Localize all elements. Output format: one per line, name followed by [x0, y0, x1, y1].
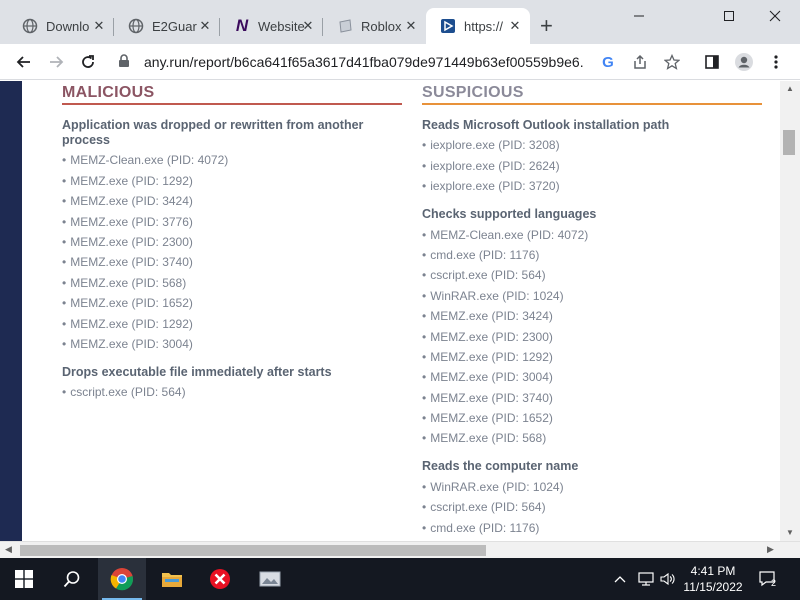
lock-icon[interactable]	[118, 54, 130, 73]
notification-count: 2	[771, 578, 777, 588]
n-logo-icon: N	[235, 16, 249, 35]
browser-toolbar: any.run/report/b6ca641f65a3617d41fba079d…	[0, 44, 800, 80]
tab-roblox[interactable]: Roblox ✕	[323, 8, 426, 44]
tab-title: https://	[464, 18, 504, 34]
tab-title: Downlo	[46, 18, 90, 34]
profile-avatar-icon[interactable]	[732, 50, 756, 74]
minimize-icon[interactable]	[616, 0, 662, 32]
process-item[interactable]: • MEMZ.exe (PID: 1292)	[62, 174, 402, 189]
process-item[interactable]: • MEMZ.exe (PID: 3740)	[62, 255, 402, 270]
tab-strip: Downlo ✕ E2Guar ✕ N Website ✕ Roblox ✕ h…	[0, 0, 800, 44]
process-item[interactable]: • cmd.exe (PID: 1176)	[422, 248, 762, 263]
horizontal-scroll-thumb[interactable]	[20, 545, 486, 556]
notification-center-icon[interactable]: 2	[758, 558, 778, 600]
volume-icon[interactable]	[660, 558, 676, 600]
anyrun-logo-icon	[440, 18, 456, 34]
process-item[interactable]: • cscript.exe (PID: 564)	[422, 268, 762, 283]
globe-icon	[128, 18, 144, 34]
suspicious-heading: SUSPICIOUS	[422, 81, 762, 105]
process-item[interactable]: • MEMZ.exe (PID: 1652)	[62, 296, 402, 311]
close-tab-icon[interactable]: ✕	[301, 19, 315, 33]
process-item[interactable]: • iexplore.exe (PID: 3208)	[422, 138, 762, 153]
group-title: Reads Microsoft Outlook installation pat…	[422, 118, 670, 132]
close-tab-icon[interactable]: ✕	[92, 19, 106, 33]
process-item[interactable]: • cmd.exe (PID: 1176)	[422, 521, 762, 536]
windows-start-icon[interactable]	[0, 558, 48, 600]
windows-taskbar: 4:41 PM 11/15/2022 2	[0, 558, 800, 600]
scroll-down-icon[interactable]: ▼	[786, 528, 794, 537]
process-item[interactable]: • MEMZ.exe (PID: 3740)	[422, 391, 762, 406]
process-item[interactable]: • WinRAR.exe (PID: 1024)	[422, 289, 762, 304]
clock-date: 11/15/2022	[683, 580, 743, 594]
page-viewport: MALICIOUS Application was dropped or rew…	[0, 81, 800, 541]
tab-website[interactable]: N Website ✕	[220, 8, 323, 44]
chrome-icon[interactable]	[98, 558, 146, 600]
process-item[interactable]: • MEMZ-Clean.exe (PID: 4072)	[422, 228, 762, 243]
file-explorer-icon[interactable]	[148, 558, 196, 600]
network-icon[interactable]	[638, 558, 654, 600]
tab-e2guardian[interactable]: E2Guar ✕	[114, 8, 220, 44]
chevron-down-icon[interactable]	[662, 0, 708, 32]
image-viewer-icon[interactable]	[246, 558, 294, 600]
side-panel-icon[interactable]	[700, 50, 724, 74]
system-clock[interactable]: 4:41 PM 11/15/2022	[680, 563, 746, 595]
reload-icon[interactable]	[76, 50, 100, 74]
suspicious-column: SUSPICIOUS Reads Microsoft Outlook insta…	[422, 81, 762, 536]
group-title: Reads the computer name	[422, 459, 579, 474]
process-item[interactable]: • WinRAR.exe (PID: 1024)	[422, 480, 762, 495]
report-content: MALICIOUS Application was dropped or rew…	[22, 81, 780, 541]
tab-title: E2Guar	[152, 18, 197, 34]
search-icon[interactable]	[48, 558, 96, 600]
process-item[interactable]: • MEMZ.exe (PID: 2300)	[422, 330, 762, 345]
back-arrow-icon[interactable]	[12, 50, 36, 74]
tab-anyrun-report[interactable]: https:// ✕	[426, 8, 530, 44]
vertical-scrollbar[interactable]: ▲ ▼	[780, 81, 800, 541]
horizontal-scrollbar[interactable]: ◀ ▶	[0, 541, 800, 558]
show-hidden-icons[interactable]	[614, 558, 626, 600]
process-item[interactable]: • MEMZ.exe (PID: 1652)	[422, 411, 762, 426]
maximize-icon[interactable]	[706, 0, 752, 32]
process-item[interactable]: • MEMZ.exe (PID: 3004)	[62, 337, 402, 352]
error-app-icon[interactable]	[196, 558, 244, 600]
group-title: Application was dropped or rewritten fro…	[62, 118, 364, 147]
roblox-icon	[337, 18, 353, 34]
url-text[interactable]: any.run/report/b6ca641f65a3617d41fba079d…	[144, 54, 584, 70]
scroll-right-icon[interactable]: ▶	[767, 544, 774, 555]
malicious-column: MALICIOUS Application was dropped or rew…	[62, 81, 402, 400]
share-icon[interactable]	[628, 50, 652, 74]
close-tab-icon[interactable]: ✕	[198, 19, 212, 33]
process-item[interactable]: • MEMZ.exe (PID: 1292)	[422, 350, 762, 365]
group-title: Drops executable file immediately after …	[62, 364, 332, 379]
forward-arrow-icon[interactable]	[44, 50, 68, 74]
process-item[interactable]: • MEMZ.exe (PID: 3424)	[422, 309, 762, 324]
process-item[interactable]: • MEMZ.exe (PID: 568)	[62, 276, 402, 291]
scroll-left-icon[interactable]: ◀	[5, 544, 12, 555]
process-item[interactable]: • MEMZ.exe (PID: 568)	[422, 431, 762, 446]
close-window-icon[interactable]	[752, 0, 798, 32]
process-item[interactable]: • MEMZ-Clean.exe (PID: 4072)	[62, 153, 402, 168]
process-item[interactable]: • iexplore.exe (PID: 2624)	[422, 159, 762, 174]
process-item[interactable]: • MEMZ.exe (PID: 3424)	[62, 194, 402, 209]
process-item[interactable]: • cscript.exe (PID: 564)	[422, 500, 762, 515]
new-tab-icon[interactable]: +	[540, 15, 553, 37]
close-tab-icon[interactable]: ✕	[508, 19, 522, 33]
process-item[interactable]: • MEMZ.exe (PID: 2300)	[62, 235, 402, 250]
process-item[interactable]: • iexplore.exe (PID: 3720)	[422, 179, 762, 194]
menu-dots-icon[interactable]	[764, 50, 788, 74]
malicious-heading: MALICIOUS	[62, 81, 402, 105]
process-item[interactable]: • MEMZ.exe (PID: 1292)	[62, 317, 402, 332]
close-tab-icon[interactable]: ✕	[404, 19, 418, 33]
process-item[interactable]: • MEMZ.exe (PID: 3776)	[62, 215, 402, 230]
globe-icon	[22, 18, 38, 34]
scroll-up-icon[interactable]: ▲	[786, 84, 794, 93]
tab-downloads[interactable]: Downlo ✕	[8, 8, 114, 44]
vertical-scroll-thumb[interactable]	[783, 130, 795, 155]
process-item[interactable]: • MEMZ.exe (PID: 3004)	[422, 370, 762, 385]
process-item[interactable]: • cscript.exe (PID: 564)	[62, 385, 402, 400]
google-icon[interactable]: G	[596, 50, 620, 74]
bookmark-star-icon[interactable]	[660, 50, 684, 74]
clock-time: 4:41 PM	[690, 564, 736, 578]
group-title: Checks supported languages	[422, 207, 597, 222]
